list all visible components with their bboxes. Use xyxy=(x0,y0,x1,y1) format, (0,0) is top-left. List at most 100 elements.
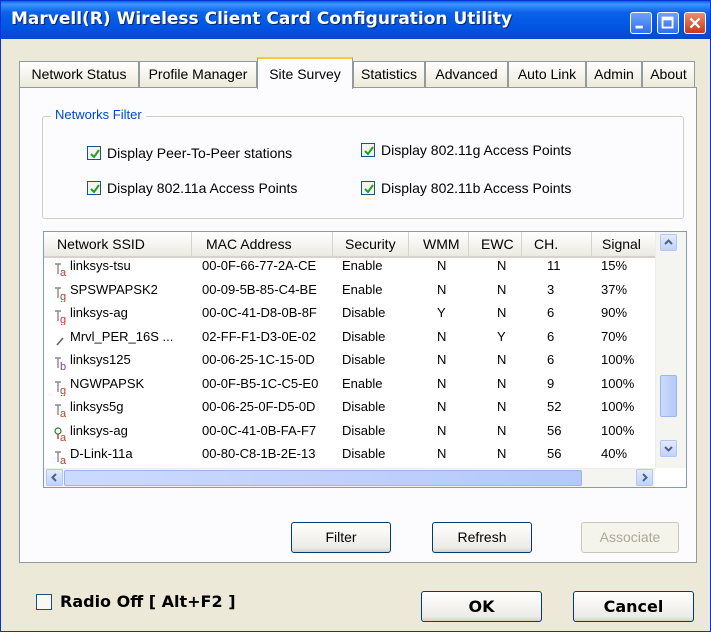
cell-mac: 00-09-5B-85-C4-BE xyxy=(202,281,317,297)
svg-text:a: a xyxy=(60,267,67,278)
close-button[interactable] xyxy=(684,12,706,34)
cell-ch: 9 xyxy=(547,375,555,391)
network-list-rows: a linksys-tsu 00-0F-66-77-2A-CE Enable N N 11 1… xyxy=(44,258,655,470)
cell-wmm: Y xyxy=(437,305,446,320)
title-bar[interactable]: Marvell(R) Wireless Client Card Configur… xyxy=(1,1,710,39)
cancel-button[interactable]: Cancel xyxy=(573,591,694,622)
cell-mac: 00-06-25-1C-15-0D xyxy=(202,352,315,367)
checkbox-box[interactable] xyxy=(87,181,101,195)
column-network-ssid[interactable]: Network SSID xyxy=(44,232,192,256)
cell-ewc: N xyxy=(497,375,507,391)
cell-ewc: N xyxy=(497,446,507,461)
cell-signal: 37% xyxy=(601,281,628,297)
cell-signal: 15% xyxy=(601,258,628,273)
checkbox-box[interactable] xyxy=(36,594,52,610)
cell-ssid: linksys5g xyxy=(70,399,124,414)
cell-ewc: N xyxy=(497,422,507,438)
cell-ewc: Y xyxy=(497,328,506,344)
80211a-label: Display 802.11a Access Points xyxy=(107,180,298,196)
checkbox-box[interactable] xyxy=(87,146,101,160)
minimize-icon xyxy=(635,25,643,29)
tab-profile-manager[interactable]: Profile Manager xyxy=(139,61,257,88)
chevron-right-icon xyxy=(642,473,648,482)
table-row[interactable]: g NGWPAPSK 00-0F-B5-1C-C5-E0 Enable N N 9 100% xyxy=(44,376,655,400)
cell-ewc: N xyxy=(497,281,507,297)
associate-button[interactable]: Associate xyxy=(581,522,679,553)
tab-statistics[interactable]: Statistics xyxy=(353,61,425,88)
tab-about[interactable]: About xyxy=(642,61,695,88)
cell-mac: 02-FF-F1-D3-0E-02 xyxy=(202,328,317,344)
table-row[interactable]: a linksys5g 00-06-25-0F-D5-0D Disable N N 52 10… xyxy=(44,399,655,423)
80211b-label: Display 802.11b Access Points xyxy=(381,180,572,196)
vertical-scroll-thumb[interactable] xyxy=(660,375,677,417)
vertical-scrollbar[interactable] xyxy=(655,232,686,468)
cell-signal: 100% xyxy=(601,422,635,438)
checkmark-icon xyxy=(364,184,374,194)
column-ch[interactable]: CH. xyxy=(522,232,592,256)
refresh-button[interactable]: Refresh xyxy=(432,522,532,553)
cell-security: Disable xyxy=(342,328,386,344)
cell-ch: 6 xyxy=(547,328,555,344)
antenna-a-icon: a xyxy=(55,451,67,466)
cell-wmm: N xyxy=(437,399,447,414)
checkmark-icon xyxy=(90,184,100,194)
network-list[interactable]: Network SSID MAC Address Security WMM EW… xyxy=(43,231,687,488)
cell-security: Enable xyxy=(342,281,383,297)
close-icon xyxy=(689,17,701,29)
horizontal-scroll-thumb[interactable] xyxy=(64,470,582,486)
tab-admin[interactable]: Admin xyxy=(586,61,642,88)
checkbox-box[interactable] xyxy=(361,181,375,195)
table-row[interactable]: b linksys125 00-06-25-1C-15-0D Disable N N 6 10… xyxy=(44,352,655,376)
checkmark-icon xyxy=(364,146,374,156)
svg-text:a: a xyxy=(60,455,67,466)
table-row[interactable]: a linksys-ag 00-0C-41-0B-FA-F7 Disable N N 56 1… xyxy=(44,423,655,447)
scroll-right-button[interactable] xyxy=(636,469,653,486)
tab-network-status[interactable]: Network Status xyxy=(19,61,139,88)
checkbox-box[interactable] xyxy=(361,143,375,157)
table-row[interactable]: a linksys-tsu 00-0F-66-77-2A-CE Enable N N 11 1… xyxy=(44,258,655,282)
cell-ssid: D-Link-11a xyxy=(70,446,133,461)
column-wmm[interactable]: WMM xyxy=(409,232,469,256)
column-mac-address[interactable]: MAC Address xyxy=(192,232,333,256)
cell-ewc: N xyxy=(497,305,507,320)
table-row[interactable]: Mrvl_PER_16S ... 02-FF-F1-D3-0E-02 Disable… xyxy=(44,329,655,353)
antenna-g-icon: g xyxy=(55,286,66,302)
scroll-left-button[interactable] xyxy=(46,469,63,486)
table-row[interactable]: g linksys-ag 00-0C-41-D8-0B-8F Disable Y N 6 90… xyxy=(44,305,655,329)
network-list-header: Network SSID MAC Address Security WMM EW… xyxy=(44,232,655,258)
ok-button[interactable]: OK xyxy=(421,591,542,622)
cell-wmm: N xyxy=(437,281,447,297)
app-window: Marvell(R) Wireless Client Card Configur… xyxy=(0,0,711,632)
tab-advanced[interactable]: Advanced xyxy=(425,61,508,88)
tab-auto-link[interactable]: Auto Link xyxy=(508,61,586,88)
table-row[interactable]: g SPSWPAPSK2 00-09-5B-85-C4-BE Enable N N 3 37% xyxy=(44,282,655,306)
cell-security: Disable xyxy=(342,305,386,320)
tab-site-survey[interactable]: Site Survey xyxy=(257,57,353,89)
filter-button[interactable]: Filter xyxy=(291,522,391,553)
cell-ssid: linksys-tsu xyxy=(70,258,131,273)
cell-signal: 100% xyxy=(601,375,635,391)
cell-ewc: N xyxy=(497,399,507,414)
cell-wmm: N xyxy=(437,258,447,273)
cell-security: Disable xyxy=(342,352,386,367)
minimize-button[interactable] xyxy=(630,12,652,34)
cell-ssid: Mrvl_PER_16S ... xyxy=(70,328,174,344)
cell-mac: 00-06-25-0F-D5-0D xyxy=(202,399,316,414)
cell-ssid: NGWPAPSK xyxy=(70,375,145,391)
cell-wmm: N xyxy=(437,446,447,461)
column-ewc[interactable]: EWC xyxy=(469,232,522,256)
column-security[interactable]: Security xyxy=(333,232,409,256)
horizontal-scrollbar[interactable] xyxy=(44,468,655,487)
cell-ewc: N xyxy=(497,352,507,367)
column-signal[interactable]: Signal xyxy=(592,232,655,256)
cell-wmm: N xyxy=(437,352,447,367)
checkmark-icon xyxy=(90,149,100,159)
maximize-button[interactable] xyxy=(657,12,679,34)
svg-text:g: g xyxy=(60,314,66,325)
scroll-up-button[interactable] xyxy=(660,234,677,251)
scroll-down-button[interactable] xyxy=(660,440,677,457)
table-row[interactable]: a D-Link-11a 00-80-C8-1B-2E-13 Disable N N 56 4… xyxy=(44,446,655,470)
cell-mac: 00-0C-41-0B-FA-F7 xyxy=(202,422,317,438)
svg-text:a: a xyxy=(60,408,67,419)
maximize-icon xyxy=(661,16,674,29)
